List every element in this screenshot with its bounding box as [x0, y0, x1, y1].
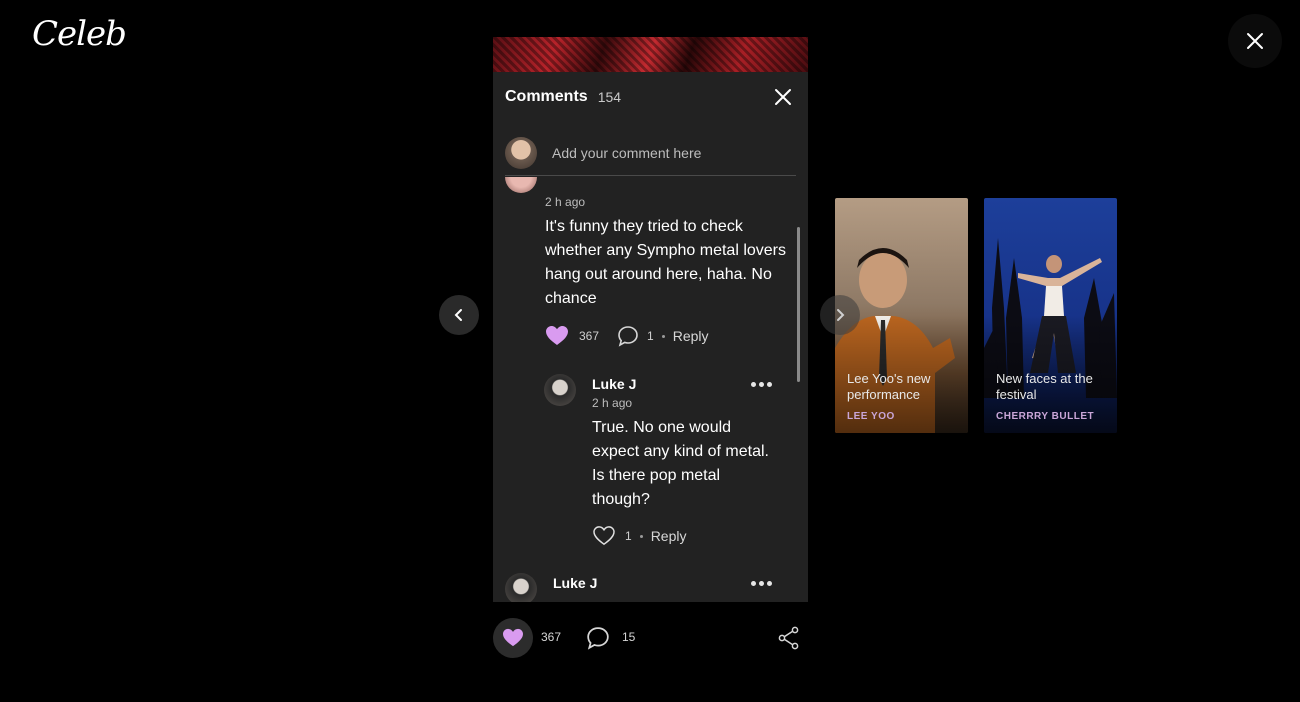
reply-button[interactable]: Reply: [673, 328, 709, 344]
more-options-icon[interactable]: [751, 581, 772, 586]
reply-text: True. No one would expect any kind of me…: [592, 419, 769, 508]
share-icon[interactable]: [777, 626, 801, 650]
more-options-icon[interactable]: [751, 382, 772, 387]
separator-dot: [661, 334, 665, 338]
app-logo[interactable]: Celeb: [32, 14, 127, 54]
comments-header: Comments 154: [493, 72, 808, 122]
avatar: [505, 573, 537, 602]
comments-title: Comments: [505, 88, 588, 105]
current-user-avatar: [505, 136, 537, 169]
related-card-title: Lee Yoo's new performance: [847, 371, 931, 402]
comment-text: It's funny they tried to check whether a…: [545, 218, 786, 307]
reply-author[interactable]: Luke J: [592, 376, 636, 392]
next-button[interactable]: [820, 295, 860, 335]
comments-count: 154: [597, 89, 622, 105]
heart-filled-icon[interactable]: [545, 325, 569, 347]
post-comment-count: 15: [622, 630, 636, 644]
related-card[interactable]: New faces at the festival CHERRRY BULLET: [984, 198, 1117, 433]
chevron-right-icon: [837, 309, 845, 321]
heart-outline-icon[interactable]: [593, 526, 615, 546]
reply-actions: 1 Reply: [593, 526, 686, 546]
like-count: 367: [579, 329, 600, 343]
comment-actions: 367 1 Reply: [545, 325, 709, 347]
comments-scrollbar[interactable]: [797, 227, 800, 382]
close-comments-icon[interactable]: [773, 87, 793, 107]
post-like-button[interactable]: [493, 618, 533, 658]
add-comment-input[interactable]: [552, 144, 782, 161]
close-viewer-button[interactable]: [1228, 14, 1282, 68]
reply-count: 1: [647, 329, 654, 343]
avatar: [544, 374, 576, 406]
chevron-left-icon: [454, 309, 462, 321]
like-count: 1: [625, 529, 632, 543]
reply-button[interactable]: Reply: [651, 528, 687, 544]
comments-list[interactable]: 2 h ago It's funny they tried to check w…: [493, 177, 808, 602]
comment-bubble-icon[interactable]: [586, 626, 610, 650]
previous-button[interactable]: [439, 295, 479, 335]
add-comment-row: [505, 130, 796, 176]
post-like-count: 367: [541, 630, 562, 644]
comment-time: 2 h ago: [545, 195, 586, 209]
comment-bubble-icon[interactable]: [617, 325, 639, 347]
avatar: [505, 177, 537, 193]
heart-filled-icon: [503, 628, 523, 647]
related-card-title: New faces at the festival: [996, 371, 1093, 402]
comments-panel: Comments 154 2 h ago It's funny they tri…: [493, 37, 808, 602]
post-image: [493, 37, 808, 72]
related-card-tag: CHERRRY BULLET: [996, 411, 1095, 422]
reply-time: 2 h ago: [592, 396, 633, 410]
close-icon: [1247, 33, 1263, 49]
separator-dot: [639, 534, 643, 538]
related-card-tag: LEE YOO: [847, 411, 895, 422]
viewer-stage: Celeb Lee Yoo's new performance LEE YOO: [0, 0, 1300, 702]
comment-author[interactable]: Luke J: [553, 575, 597, 591]
